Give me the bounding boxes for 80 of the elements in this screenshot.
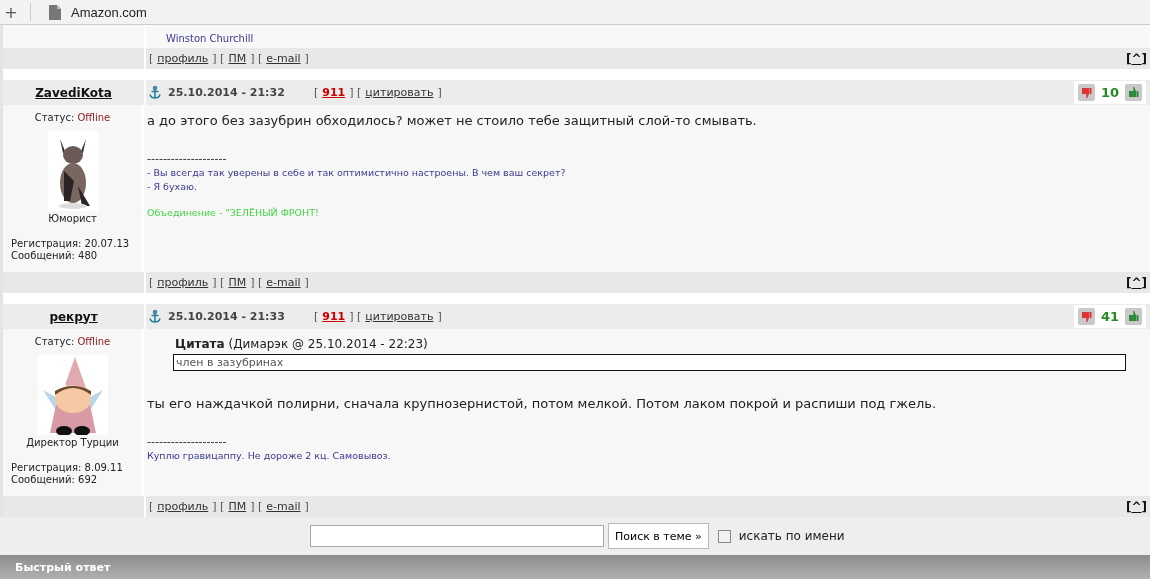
thumb-down-icon[interactable] bbox=[1077, 84, 1095, 101]
new-tab-button[interactable]: + bbox=[0, 2, 22, 22]
bracket-text: ] bbox=[1141, 275, 1147, 290]
signature-text: - Я бухаю. bbox=[147, 181, 198, 193]
pm-link[interactable]: ПМ bbox=[228, 500, 247, 513]
thumb-down-icon[interactable] bbox=[1077, 308, 1095, 325]
quote-link[interactable]: цитировать bbox=[365, 310, 434, 323]
top-link[interactable]: ^ bbox=[1131, 499, 1142, 514]
user-rank: Директор Турции bbox=[26, 437, 119, 448]
anchor-icon[interactable] bbox=[149, 310, 161, 323]
post-date: 25.10.2014 - 21:33 bbox=[168, 310, 286, 323]
status-label: Статус: Offline bbox=[34, 336, 111, 347]
bracket-text: ] [ bbox=[250, 276, 263, 289]
bracket-text: [ bbox=[1125, 275, 1132, 290]
checkbox[interactable] bbox=[717, 529, 731, 543]
pm-link[interactable]: ПМ bbox=[228, 52, 247, 65]
bracket-text: ] [ bbox=[212, 500, 225, 513]
signature-text: Winston Churchill bbox=[166, 33, 254, 44]
profile-link[interactable]: профиль bbox=[157, 52, 209, 65]
signature-text: Объединение - "ЗЕЛЁНЫЙ ФРОНТ! bbox=[147, 207, 320, 219]
bracket-text: ] bbox=[304, 52, 309, 65]
signature-rule: -------------------- bbox=[147, 153, 228, 165]
profile-link[interactable]: профиль bbox=[157, 276, 209, 289]
pm-link[interactable]: ПМ bbox=[228, 276, 247, 289]
email-link[interactable]: e-mail bbox=[266, 276, 301, 289]
bracket-text: [ bbox=[149, 52, 154, 65]
registration-date: Регистрация: 20.07.13 bbox=[11, 238, 130, 250]
bracket-text: ] bbox=[1141, 51, 1147, 66]
rating-count: 10 bbox=[1100, 85, 1119, 100]
top-link[interactable]: ^ bbox=[1131, 51, 1142, 66]
status-label: Статус: Offline bbox=[34, 112, 111, 123]
bracket-text: ] [ bbox=[349, 310, 362, 323]
search-field[interactable] bbox=[310, 525, 604, 547]
author-link[interactable]: рекрут bbox=[49, 309, 98, 324]
top-link[interactable]: ^ bbox=[1131, 275, 1142, 290]
report-link[interactable]: 911 bbox=[322, 310, 346, 323]
thumb-up-icon[interactable] bbox=[1125, 308, 1142, 325]
anchor-icon[interactable] bbox=[149, 86, 161, 99]
registration-date: Регистрация: 8.09.11 bbox=[11, 462, 123, 474]
bracket-text: ] bbox=[304, 500, 309, 513]
bracket-text: [ bbox=[314, 310, 319, 323]
signature-text: Куплю гравицаппу. Не дороже 2 кц. Самовывоз. bbox=[147, 450, 392, 462]
author-link[interactable]: ZavediKota bbox=[35, 85, 112, 100]
bracket-text: ] bbox=[1141, 499, 1147, 514]
tab-title[interactable]: Amazon.com bbox=[71, 4, 147, 20]
post-text: а до этого без зазубрин обходилось? может не стоило тебе защитный слой-то смывать. bbox=[147, 113, 758, 128]
message-count: Сообщений: 480 bbox=[11, 250, 99, 262]
bracket-text: ] bbox=[437, 86, 442, 99]
report-link[interactable]: 911 bbox=[322, 86, 346, 99]
bracket-text: ] [ bbox=[250, 500, 263, 513]
bracket-text: ] [ bbox=[212, 276, 225, 289]
checkbox-label: искать по имени bbox=[738, 529, 845, 543]
signature-text: - Вы всегда так уверены в себе и так оптимистично настроены. В чем ваш секрет? bbox=[147, 167, 567, 179]
bracket-text: [ bbox=[1125, 51, 1132, 66]
email-link[interactable]: e-mail bbox=[266, 52, 301, 65]
bracket-text: ] [ bbox=[349, 86, 362, 99]
bracket-text: ] bbox=[304, 276, 309, 289]
bracket-text: ] [ bbox=[212, 52, 225, 65]
email-link[interactable]: e-mail bbox=[266, 500, 301, 513]
quote-title: Цитата bbox=[175, 337, 225, 351]
page-icon bbox=[49, 4, 61, 20]
bracket-text: [ bbox=[1125, 499, 1132, 514]
quote-source: (Димарэк @ 25.10.2014 - 22:23) bbox=[228, 337, 428, 351]
post-date: 25.10.2014 - 21:32 bbox=[168, 86, 286, 99]
quote-link[interactable]: цитировать bbox=[365, 86, 434, 99]
quote-box: член в зазубринах bbox=[173, 354, 1126, 371]
thumb-up-icon[interactable] bbox=[1125, 84, 1142, 101]
bracket-text: [ bbox=[149, 500, 154, 513]
search-button[interactable]: Поиск в теме » bbox=[608, 523, 709, 549]
bracket-text: [ bbox=[314, 86, 319, 99]
bracket-text: [ bbox=[149, 276, 154, 289]
quick-reply-title: Быстрый ответ bbox=[15, 560, 111, 574]
message-count: Сообщений: 692 bbox=[11, 474, 99, 486]
signature-rule: -------------------- bbox=[147, 436, 228, 448]
profile-link[interactable]: профиль bbox=[157, 500, 209, 513]
bracket-text: ] bbox=[437, 310, 442, 323]
rating-count: 41 bbox=[1100, 309, 1119, 324]
post-text: ты его наждачкой полирни, сначала крупнозернистой, потом мелкой. Потом лаком покрой и распиши под гжель. bbox=[147, 396, 938, 411]
bracket-text: ] [ bbox=[250, 52, 263, 65]
user-rank: Юморист bbox=[48, 213, 97, 224]
